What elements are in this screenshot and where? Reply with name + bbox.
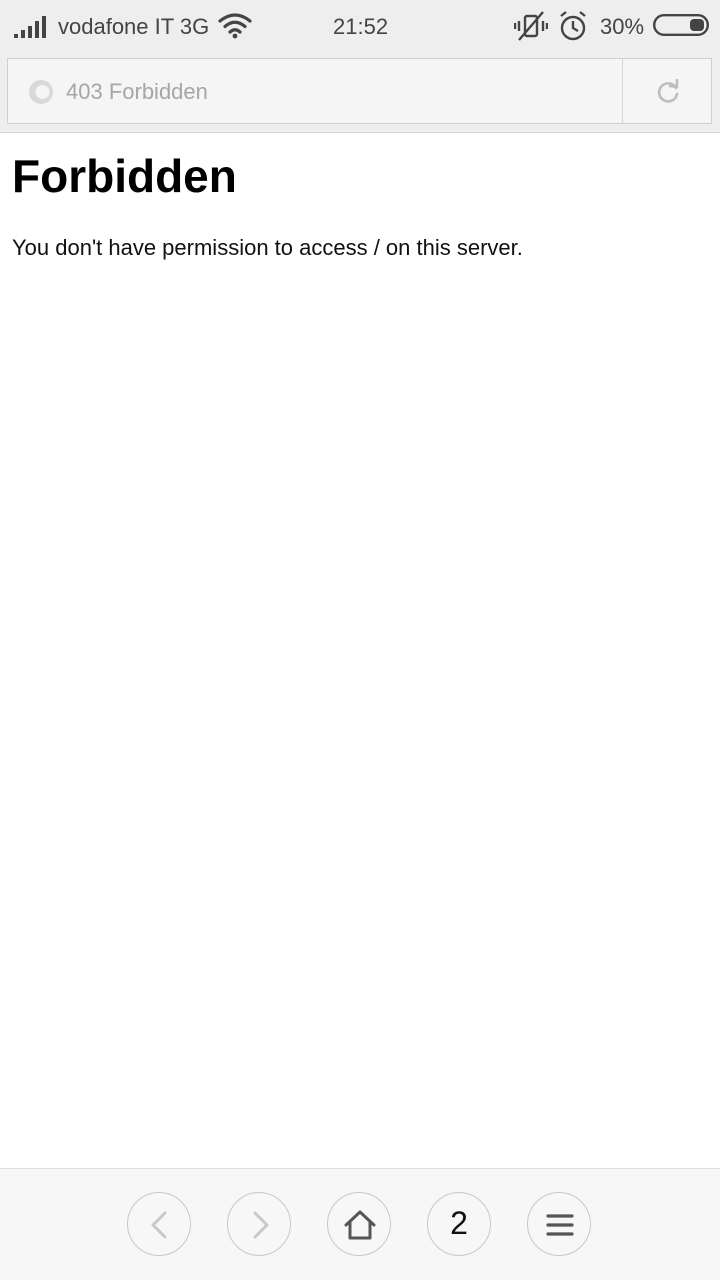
site-icon <box>29 80 53 104</box>
error-message: You don't have permission to access / on… <box>12 235 523 260</box>
forward-icon <box>253 1211 269 1239</box>
battery-percent: 30% <box>600 14 645 39</box>
signal-icon <box>14 16 46 38</box>
bottom-navigation: 2 <box>0 1168 720 1280</box>
tabs-button[interactable]: 2 <box>427 1192 491 1256</box>
address-bar-container: 403 Forbidden <box>0 52 720 133</box>
clock: 21:52 <box>333 14 389 39</box>
address-divider <box>622 59 623 123</box>
home-button[interactable] <box>327 1192 391 1256</box>
page-title[interactable]: 403 Forbidden <box>66 79 208 105</box>
forward-button[interactable] <box>227 1192 291 1256</box>
page-heading: Forbidden <box>12 150 237 202</box>
wifi-icon <box>218 13 252 39</box>
home-icon <box>344 1210 376 1240</box>
back-button[interactable] <box>127 1192 191 1256</box>
reload-icon[interactable] <box>648 77 688 107</box>
menu-button[interactable] <box>527 1192 591 1256</box>
browser-screen: vodafone IT 3G 21:52 30% 403 Forbidden F… <box>0 0 720 1280</box>
vibrate-mute-icon <box>514 11 548 41</box>
tab-count: 2 <box>450 1205 468 1241</box>
battery-icon <box>653 14 709 36</box>
alarm-icon <box>560 11 586 41</box>
address-bar[interactable]: 403 Forbidden <box>7 58 712 124</box>
carrier-name: vodafone IT 3G <box>58 14 210 39</box>
page-content: Forbidden You don't have permission to a… <box>0 133 720 1168</box>
menu-icon <box>546 1214 574 1236</box>
status-bar: vodafone IT 3G 21:52 30% <box>0 0 720 52</box>
back-icon <box>151 1211 167 1239</box>
